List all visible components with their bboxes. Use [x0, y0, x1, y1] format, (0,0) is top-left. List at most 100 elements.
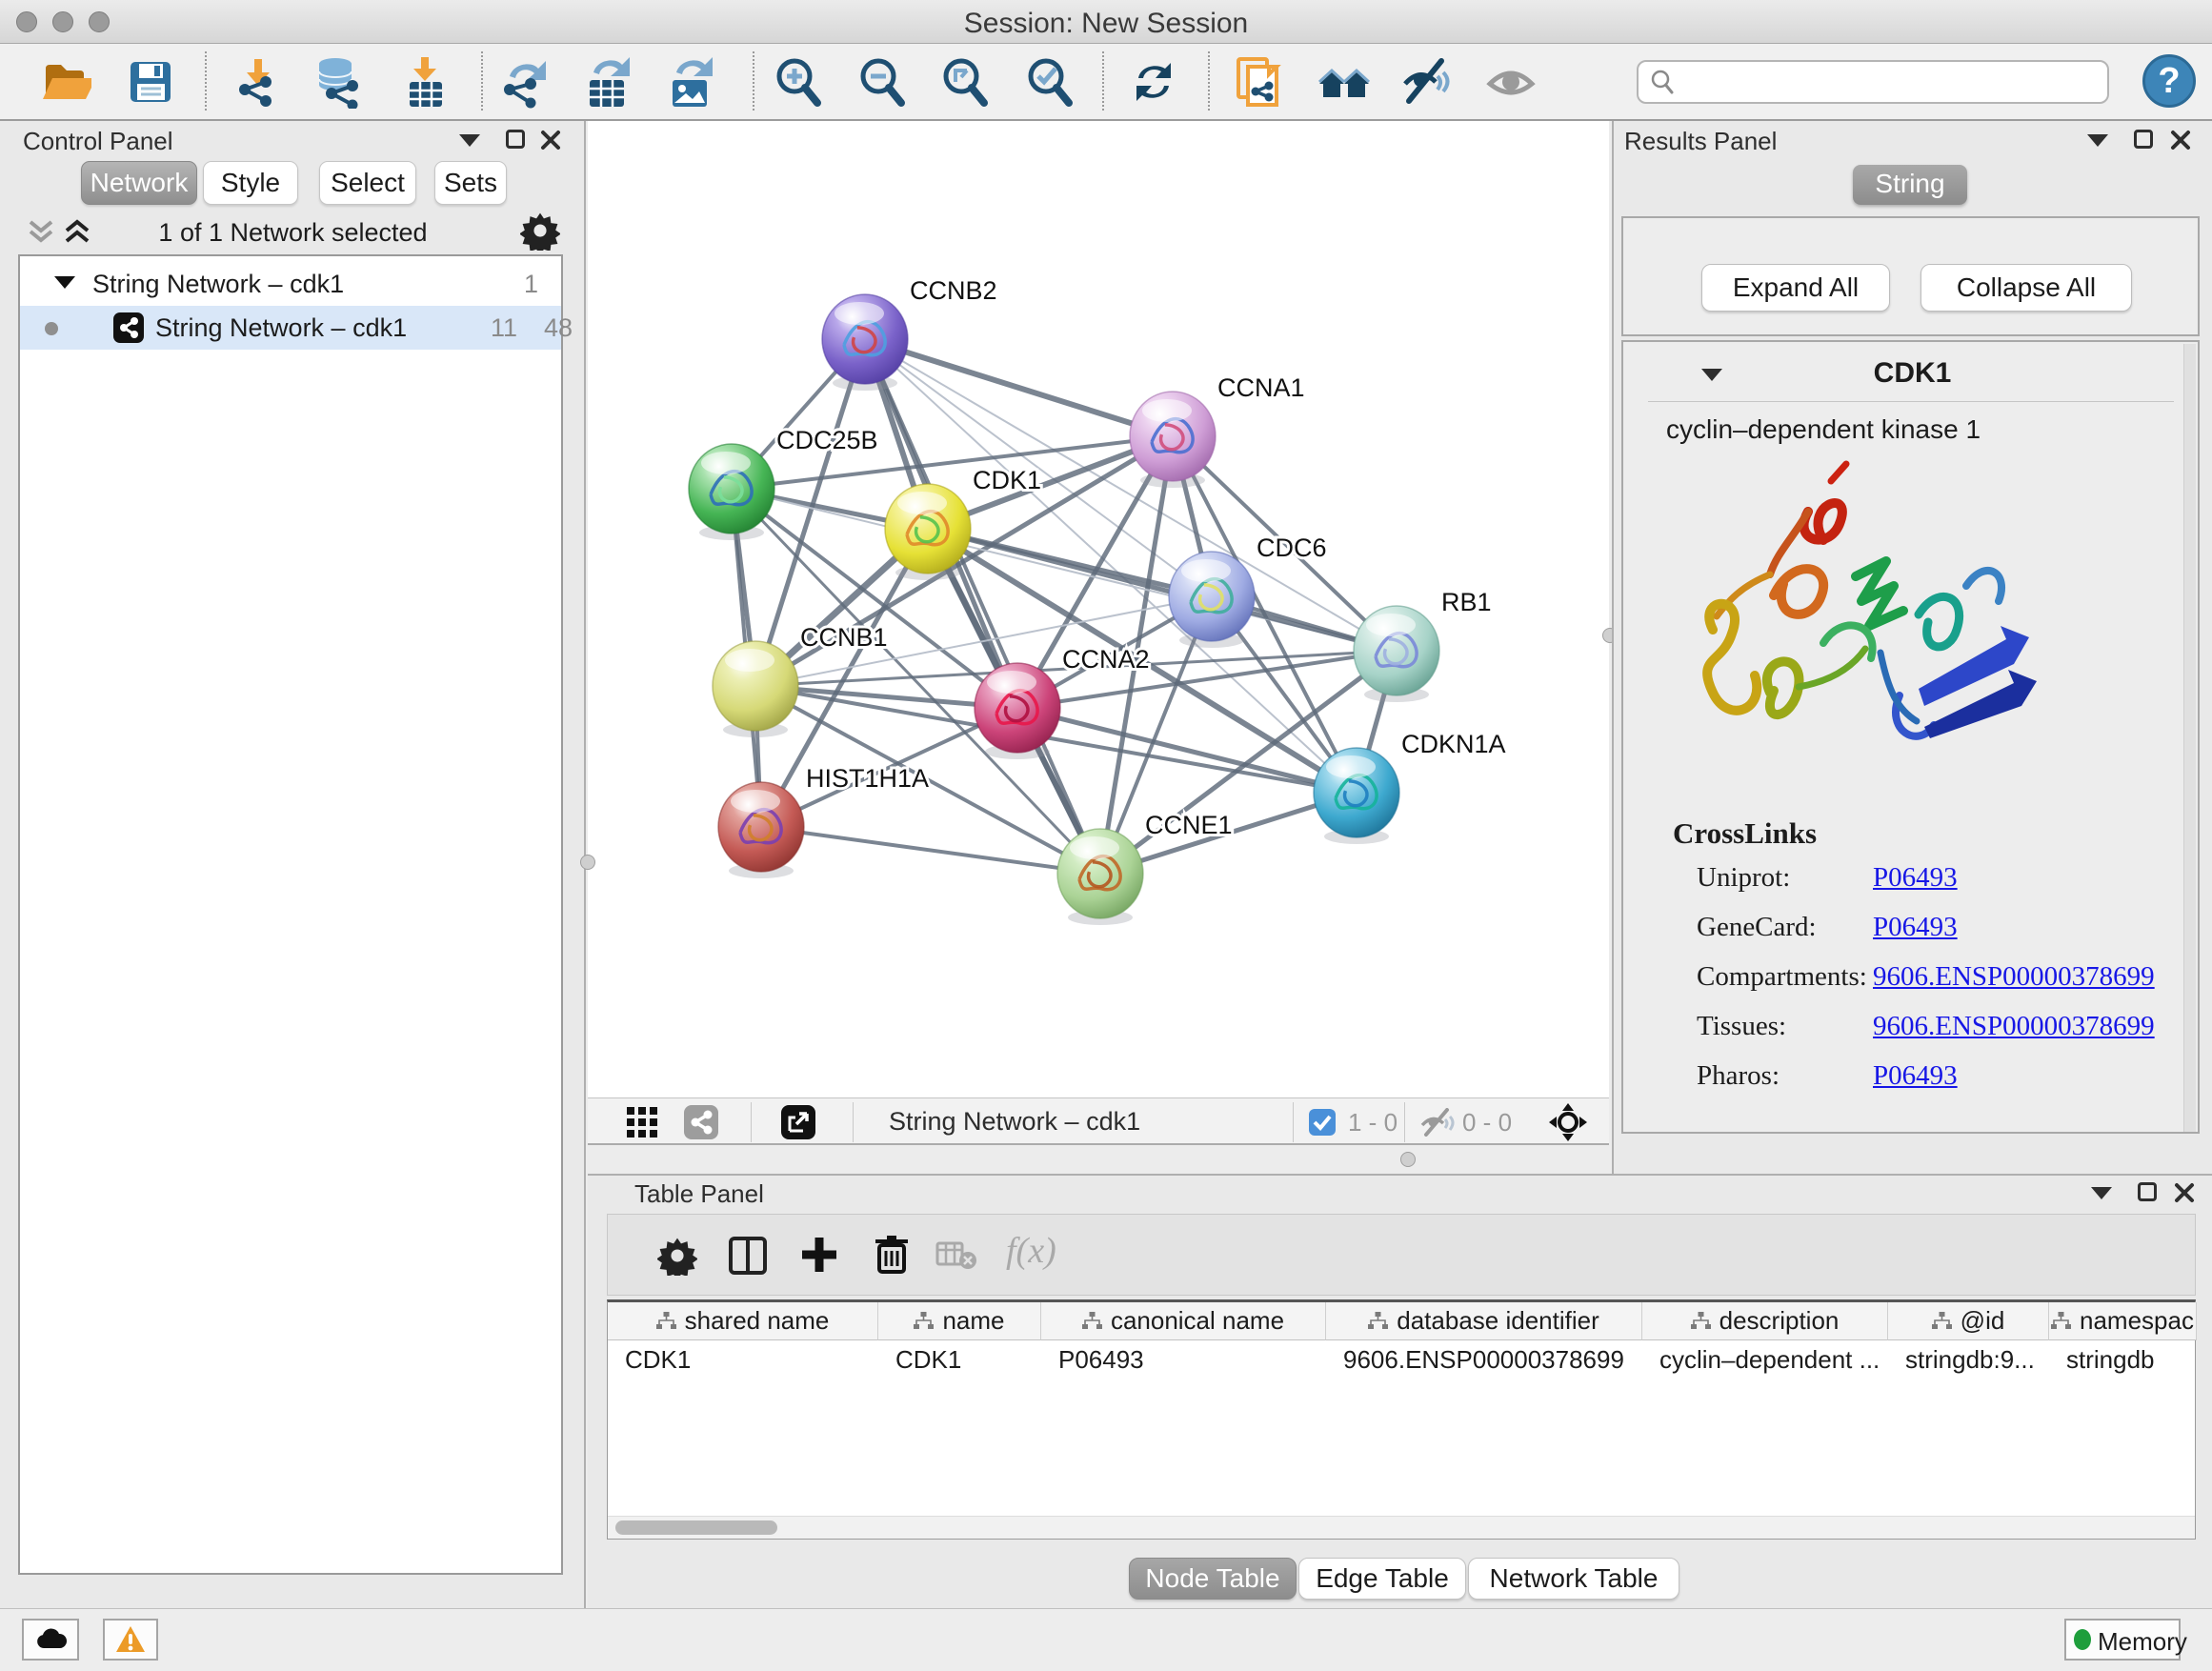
cloud-status-button[interactable]	[22, 1619, 79, 1661]
search-input[interactable]	[1637, 60, 2109, 104]
svg-text:CDC6: CDC6	[1257, 534, 1327, 562]
node-count: 11	[468, 313, 517, 343]
memory-button[interactable]: Memory	[2064, 1619, 2181, 1661]
table-cell[interactable]: CDK1	[878, 1340, 1041, 1379]
delete-table-icon	[935, 1239, 977, 1272]
column-header-namespac[interactable]: namespac	[2049, 1302, 2197, 1340]
import-network-icon[interactable]	[231, 55, 285, 109]
panel-close-icon[interactable]	[2173, 1181, 2196, 1204]
table-panel-title: Table Panel	[634, 1179, 764, 1209]
network-row-selected[interactable]: String Network – cdk1 11 48	[20, 306, 561, 350]
column-label: shared name	[685, 1306, 830, 1336]
show-columns-icon[interactable]	[728, 1236, 768, 1276]
network-collection-row[interactable]: String Network – cdk1 1	[20, 262, 561, 306]
home-icon[interactable]	[1317, 55, 1371, 109]
table-cell[interactable]: CDK1	[608, 1340, 878, 1379]
column-label: namespac	[2080, 1306, 2194, 1336]
tab-network-table[interactable]: Network Table	[1468, 1558, 1679, 1600]
panel-float-icon[interactable]	[2138, 1182, 2157, 1201]
zoom-fit-icon[interactable]	[938, 55, 992, 109]
panel-float-icon[interactable]	[2134, 130, 2153, 149]
status-bar: Memory	[0, 1608, 2212, 1671]
panel-close-icon[interactable]	[539, 129, 562, 151]
column-header-shared-name[interactable]: shared name	[608, 1302, 878, 1340]
column-header-name[interactable]: name	[878, 1302, 1041, 1340]
crosslink-link[interactable]: P06493	[1873, 1060, 1958, 1092]
bottombar-separator	[1404, 1102, 1405, 1142]
show-hidden-icon[interactable]	[1484, 55, 1538, 109]
collection-expand-icon[interactable]	[54, 276, 75, 289]
clone-network-icon[interactable]	[1233, 55, 1286, 109]
crosslink-link[interactable]: P06493	[1873, 912, 1958, 943]
save-session-icon[interactable]	[124, 55, 177, 109]
selected-checkbox-icon[interactable]	[1309, 1109, 1336, 1136]
birds-eye-icon[interactable]	[1548, 1102, 1588, 1142]
edge-count: 48	[523, 313, 573, 343]
table-hscrollbar[interactable]	[608, 1516, 2195, 1539]
results-scrollbar[interactable]	[2183, 344, 2196, 1132]
network-selection-status: 1 of 1 Network selected	[0, 218, 586, 248]
crosslink-link[interactable]: P06493	[1873, 862, 1958, 894]
column-header-canonical-name[interactable]: canonical name	[1041, 1302, 1326, 1340]
help-button[interactable]: ?	[2142, 54, 2196, 108]
expand-all-button[interactable]: Expand All	[1701, 264, 1890, 312]
refresh-icon[interactable]	[1127, 55, 1180, 109]
splitter-handle[interactable]	[1400, 1152, 1416, 1167]
toolbar-separator	[481, 51, 483, 111]
import-database-icon[interactable]	[311, 55, 364, 109]
table-cell[interactable]: cyclin–dependent ...	[1642, 1340, 1888, 1379]
table-cell[interactable]: stringdb:9...	[1888, 1340, 2049, 1379]
hide-selected-icon[interactable]	[1399, 55, 1453, 109]
column-label: name	[942, 1306, 1004, 1336]
zoom-in-icon[interactable]	[772, 55, 825, 109]
network-canvas[interactable]: CCNB2CCNA1CDC25BCDK1CDC6RB1CCNB1CCNA2CDK…	[588, 121, 1609, 1097]
open-in-window-icon[interactable]	[781, 1105, 815, 1139]
tab-network[interactable]: Network	[81, 161, 197, 205]
column-header-description[interactable]: description	[1642, 1302, 1888, 1340]
export-table-icon[interactable]	[580, 55, 633, 109]
panel-menu-icon[interactable]	[459, 134, 480, 147]
collapse-all-button[interactable]: Collapse All	[1920, 264, 2132, 312]
table-options-gear-icon[interactable]	[657, 1236, 697, 1276]
import-table-icon[interactable]	[398, 55, 452, 109]
delete-column-icon[interactable]	[873, 1234, 911, 1276]
tab-style[interactable]: Style	[203, 161, 298, 205]
network-row-label: String Network – cdk1	[155, 313, 407, 343]
panel-menu-icon[interactable]	[2087, 134, 2108, 147]
network-options-gear-icon[interactable]	[520, 211, 560, 251]
column-header--id[interactable]: @id	[1888, 1302, 2049, 1340]
zoom-out-icon[interactable]	[855, 55, 909, 109]
tab-node-table[interactable]: Node Table	[1129, 1558, 1297, 1600]
splitter-handle[interactable]	[580, 855, 595, 870]
control-panel-title: Control Panel	[23, 127, 173, 156]
table-cell[interactable]: 9606.ENSP00000378699	[1326, 1340, 1642, 1379]
warning-status-button[interactable]	[103, 1619, 158, 1661]
tab-edge-table[interactable]: Edge Table	[1298, 1558, 1466, 1600]
open-file-icon[interactable]	[38, 55, 91, 109]
crosslink-label: Compartments:	[1697, 961, 1867, 993]
panel-float-icon[interactable]	[506, 130, 525, 149]
table-cell[interactable]: stringdb	[2049, 1340, 2197, 1379]
crosslink-link[interactable]: 9606.ENSP00000378699	[1873, 961, 2155, 993]
scrollbar-thumb[interactable]	[615, 1520, 777, 1535]
crosslink-row: Uniprot:P06493	[1623, 862, 2202, 912]
panel-menu-icon[interactable]	[2091, 1187, 2112, 1199]
column-header-database-identifier[interactable]: database identifier	[1326, 1302, 1642, 1340]
network-view-title: String Network – cdk1	[889, 1107, 1140, 1137]
bottombar-separator	[853, 1102, 854, 1142]
export-image-icon[interactable]	[663, 55, 716, 109]
bottombar-separator	[1293, 1102, 1294, 1142]
tab-sets[interactable]: Sets	[434, 161, 507, 205]
export-network-icon[interactable]	[496, 55, 550, 109]
table-cell[interactable]: P06493	[1041, 1340, 1326, 1379]
add-column-icon[interactable]	[798, 1234, 840, 1276]
string-badge-icon[interactable]	[684, 1105, 718, 1139]
crosslink-link[interactable]: 9606.ENSP00000378699	[1873, 1011, 2155, 1042]
grid-view-icon[interactable]	[625, 1105, 659, 1139]
panel-close-icon[interactable]	[2169, 129, 2192, 151]
tab-string[interactable]: String	[1853, 165, 1967, 205]
column-label: database identifier	[1397, 1306, 1599, 1336]
network-graph[interactable]: CCNB2CCNA1CDC25BCDK1CDC6RB1CCNB1CCNA2CDK…	[588, 121, 1609, 1097]
tab-select[interactable]: Select	[319, 161, 416, 205]
zoom-selected-icon[interactable]	[1023, 55, 1076, 109]
